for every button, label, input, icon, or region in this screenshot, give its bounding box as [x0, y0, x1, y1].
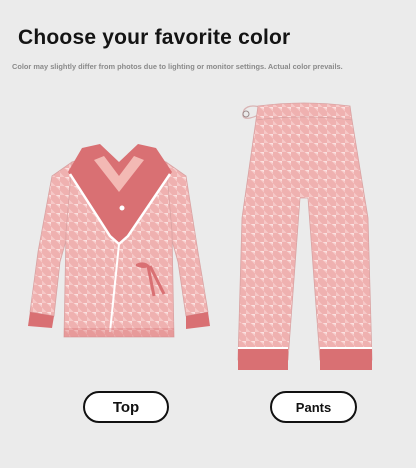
pants-button[interactable]: Pants: [270, 391, 357, 423]
color-disclaimer: Color may slightly differ from photos du…: [12, 62, 343, 71]
pajama-top-image: [28, 144, 210, 338]
pajama-pants-image: [237, 102, 373, 370]
page-title: Choose your favorite color: [18, 26, 291, 49]
top-button[interactable]: Top: [83, 391, 169, 423]
